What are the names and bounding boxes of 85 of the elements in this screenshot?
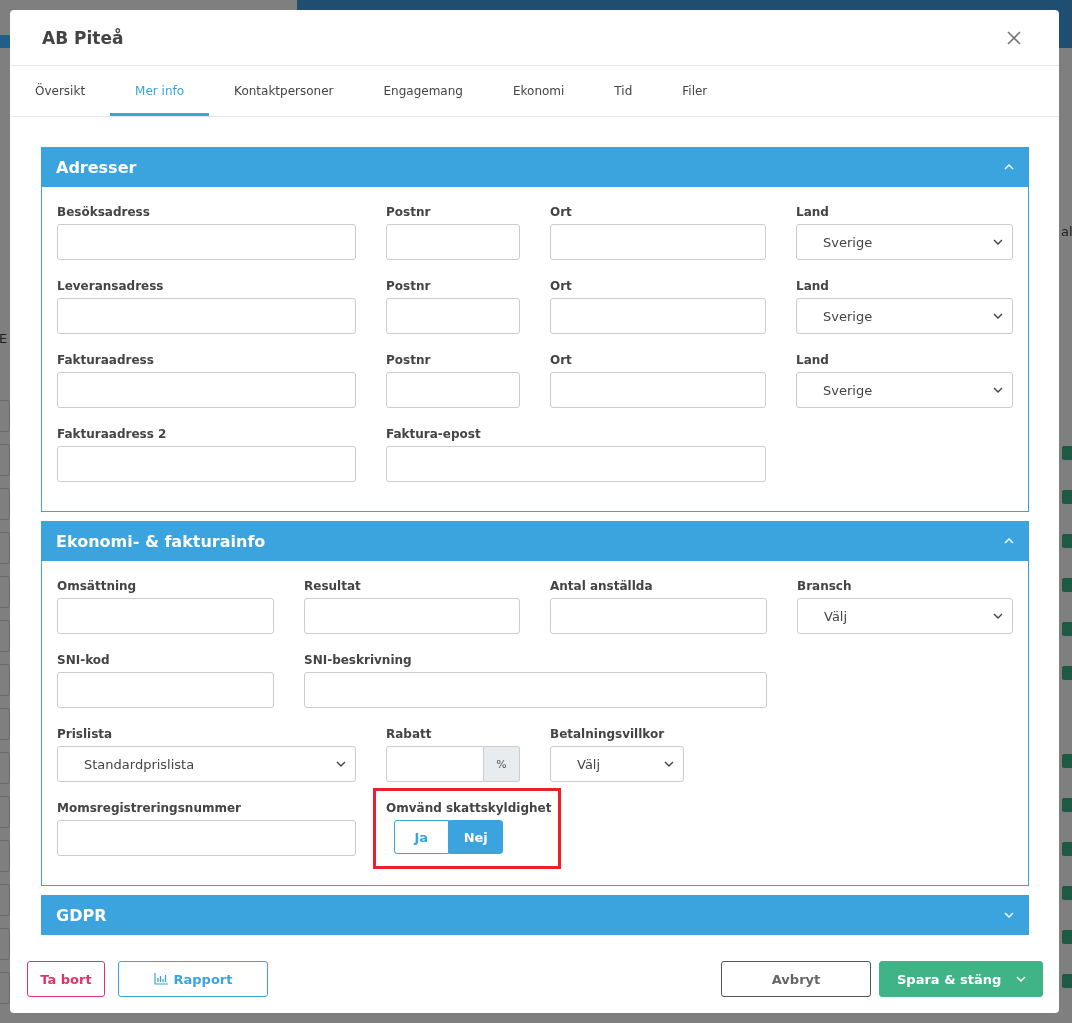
status-badge (1062, 798, 1072, 812)
dialog-title: AB Piteå (42, 27, 124, 48)
chevron-icon (993, 387, 1003, 393)
input-field[interactable] (57, 598, 274, 634)
background-text: al (1061, 224, 1072, 239)
input-field[interactable] (57, 820, 356, 856)
chevron-icon (993, 613, 1003, 619)
status-badge (1062, 446, 1072, 460)
status-badge (1062, 754, 1072, 768)
select-field[interactable]: Sverige (796, 224, 1013, 260)
select-field[interactable]: Välj (797, 598, 1013, 634)
input-field[interactable] (57, 224, 356, 260)
tab[interactable]: Tid (589, 66, 658, 116)
section-title: Ekonomi- & fakturainfo (56, 531, 266, 551)
field-label: Betalningsvillkor (550, 726, 666, 742)
select-field[interactable]: Standardprislista (57, 746, 356, 782)
tab[interactable]: Ekonomi (487, 66, 590, 116)
input-field[interactable] (57, 298, 356, 334)
close-icon[interactable] (1007, 30, 1021, 45)
chevron-icon (336, 761, 346, 767)
field-label: Ort (550, 352, 573, 368)
status-badge (1062, 886, 1072, 900)
input-field[interactable] (57, 446, 356, 482)
field-label: Antal anställda (550, 578, 654, 594)
field-label: Faktura-epost (386, 426, 482, 442)
input-field[interactable] (550, 224, 766, 260)
select-field[interactable]: Välj (550, 746, 684, 782)
field-label: SNI-kod (57, 652, 111, 668)
field-label: Ort (550, 278, 573, 294)
status-badge (1062, 974, 1072, 988)
input-field[interactable] (304, 672, 767, 708)
field-label: Omvänd skattskyldighet (386, 800, 552, 816)
field-label: Fakturaadress (57, 352, 155, 368)
section-title: GDPR (56, 905, 107, 925)
status-badge (1062, 666, 1072, 680)
input-field[interactable] (386, 224, 520, 260)
field-label: Besöksadress (57, 204, 151, 220)
field-label: Ort (550, 204, 573, 220)
field-label: Postnr (386, 278, 432, 294)
input-field[interactable] (386, 298, 520, 334)
input-field[interactable] (550, 372, 766, 408)
field-label: Resultat (304, 578, 362, 594)
input-field[interactable] (57, 372, 356, 408)
field-label: Postnr (386, 204, 432, 220)
input-field[interactable] (386, 746, 484, 782)
chevron-icon (664, 761, 674, 767)
status-badge (1062, 490, 1072, 504)
background-text: E (0, 331, 8, 346)
field-label: Rabatt (386, 726, 433, 742)
input-field[interactable] (304, 598, 520, 634)
field-label: Prislista (57, 726, 114, 742)
select-field[interactable]: Sverige (796, 372, 1013, 408)
tab[interactable]: Engagemang (358, 66, 488, 116)
field-label: Bransch (797, 578, 853, 594)
input-field[interactable] (550, 598, 767, 634)
tab[interactable]: Kontaktpersoner (209, 66, 359, 116)
input-field[interactable] (57, 672, 274, 708)
select-field[interactable]: Sverige (796, 298, 1013, 334)
field-label: Leveransadress (57, 278, 165, 294)
cancel-button[interactable]: Avbryt (721, 961, 871, 997)
percent-addon: % (484, 746, 520, 782)
section-title: Adresser (56, 157, 137, 177)
input-field[interactable] (550, 298, 766, 334)
field-label: Land (796, 352, 830, 368)
tab[interactable]: Översikt (10, 66, 111, 116)
caret-icon (1016, 976, 1026, 982)
delete-button[interactable]: Ta bort (27, 961, 105, 997)
input-field[interactable] (386, 372, 520, 408)
field-label: Postnr (386, 352, 432, 368)
status-badge (1062, 842, 1072, 856)
field-label: Land (796, 204, 830, 220)
status-badge (1062, 578, 1072, 592)
chevron-icon (993, 239, 1003, 245)
tab[interactable]: Filer (657, 66, 733, 116)
bar-chart-icon (153, 973, 168, 985)
status-badge (1062, 930, 1072, 944)
field-label: Land (796, 278, 830, 294)
field-label: Momsregistreringsnummer (57, 800, 242, 816)
field-label: SNI-beskrivning (304, 652, 413, 668)
chevron-icon (993, 313, 1003, 319)
status-badge (1062, 622, 1072, 636)
input-field[interactable] (386, 446, 766, 482)
field-label: Fakturaadress 2 (57, 426, 168, 442)
status-badge (1062, 534, 1072, 548)
field-label: Omsättning (57, 578, 138, 594)
